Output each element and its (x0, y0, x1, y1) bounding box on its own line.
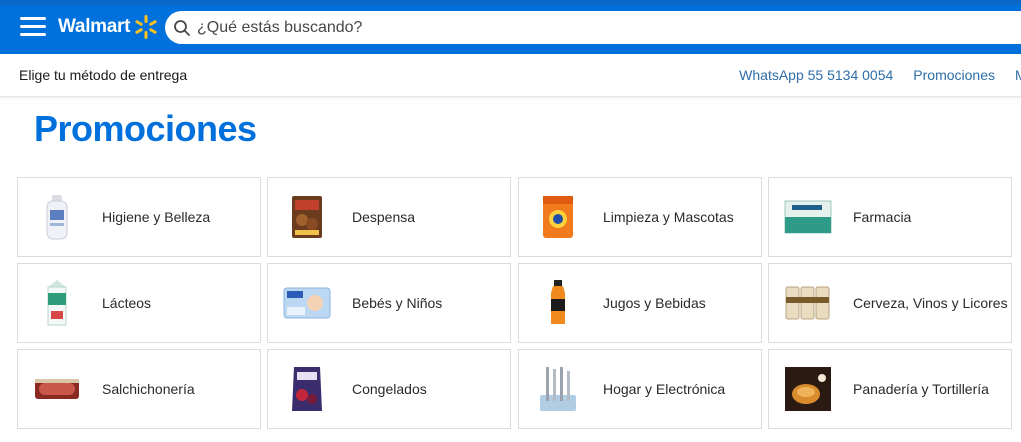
category-label: Higiene y Belleza (102, 209, 211, 225)
subbar-links: WhatsApp 55 5134 0054 Promociones M (739, 67, 1021, 83)
whatsapp-link[interactable]: WhatsApp 55 5134 0054 (739, 67, 893, 83)
spark-icon (135, 15, 157, 39)
category-label: Bebés y Niños (352, 295, 443, 311)
category-tile-hogar[interactable]: Hogar y Electrónica (518, 349, 762, 429)
promociones-link[interactable]: Promociones (913, 67, 995, 83)
category-label: Salchichonería (102, 381, 195, 397)
drink-bottle-icon (533, 278, 583, 328)
category-tile-congelados[interactable]: Congelados (267, 349, 511, 429)
category-tile-limpieza[interactable]: Limpieza y Mascotas (518, 177, 762, 257)
category-tile-farmacia[interactable]: Farmacia (768, 177, 1012, 257)
category-label: Jugos y Bebidas (603, 295, 706, 311)
category-label: Farmacia (853, 209, 912, 225)
truncated-link[interactable]: M (1015, 67, 1021, 83)
category-label: Hogar y Electrónica (603, 381, 726, 397)
sausage-pack-icon (32, 364, 82, 414)
category-tile-cerveza[interactable]: Cerveza, Vinos y Licores (768, 263, 1012, 343)
category-tile-bebes[interactable]: Bebés y Niños (267, 263, 511, 343)
cereal-box-icon (282, 192, 332, 242)
cutlery-set-icon (533, 364, 583, 414)
milk-carton-icon (32, 278, 82, 328)
bread-icon (783, 364, 833, 414)
search-icon[interactable] (173, 19, 191, 37)
category-tile-lacteos[interactable]: Lácteos (17, 263, 261, 343)
frozen-bag-icon (282, 364, 332, 414)
category-label: Despensa (352, 209, 416, 225)
brand-name: Walmart (58, 16, 131, 37)
medicine-box-icon (783, 192, 833, 242)
category-label: Panadería y Tortillería (853, 381, 989, 397)
search-input[interactable] (197, 18, 797, 37)
category-tile-salchichoneria[interactable]: Salchichonería (17, 349, 261, 429)
category-tile-jugos[interactable]: Jugos y Bebidas (518, 263, 762, 343)
hamburger-menu-icon[interactable] (20, 17, 46, 37)
category-tile-despensa[interactable]: Despensa (267, 177, 511, 257)
category-label: Lácteos (102, 295, 152, 311)
category-label: Cerveza, Vinos y Licores (853, 295, 1008, 311)
delivery-method-link[interactable]: Elige tu método de entrega (19, 67, 187, 83)
category-label: Limpieza y Mascotas (603, 209, 734, 225)
category-tile-panaderia[interactable]: Panadería y Tortillería (768, 349, 1012, 429)
top-header: Walmart (0, 0, 1021, 54)
beer-cans-icon (783, 278, 833, 328)
diapers-pack-icon (282, 278, 332, 328)
detergent-icon (533, 192, 583, 242)
walmart-logo[interactable]: Walmart (58, 13, 159, 41)
shampoo-bottle-icon (32, 192, 82, 242)
header-stripe (0, 0, 1021, 5)
delivery-bar: Elige tu método de entrega WhatsApp 55 5… (0, 54, 1021, 97)
category-tile-higiene[interactable]: Higiene y Belleza (17, 177, 261, 257)
search-bar (165, 11, 1021, 44)
category-label: Congelados (352, 381, 427, 397)
page-title: Promociones (34, 108, 257, 149)
